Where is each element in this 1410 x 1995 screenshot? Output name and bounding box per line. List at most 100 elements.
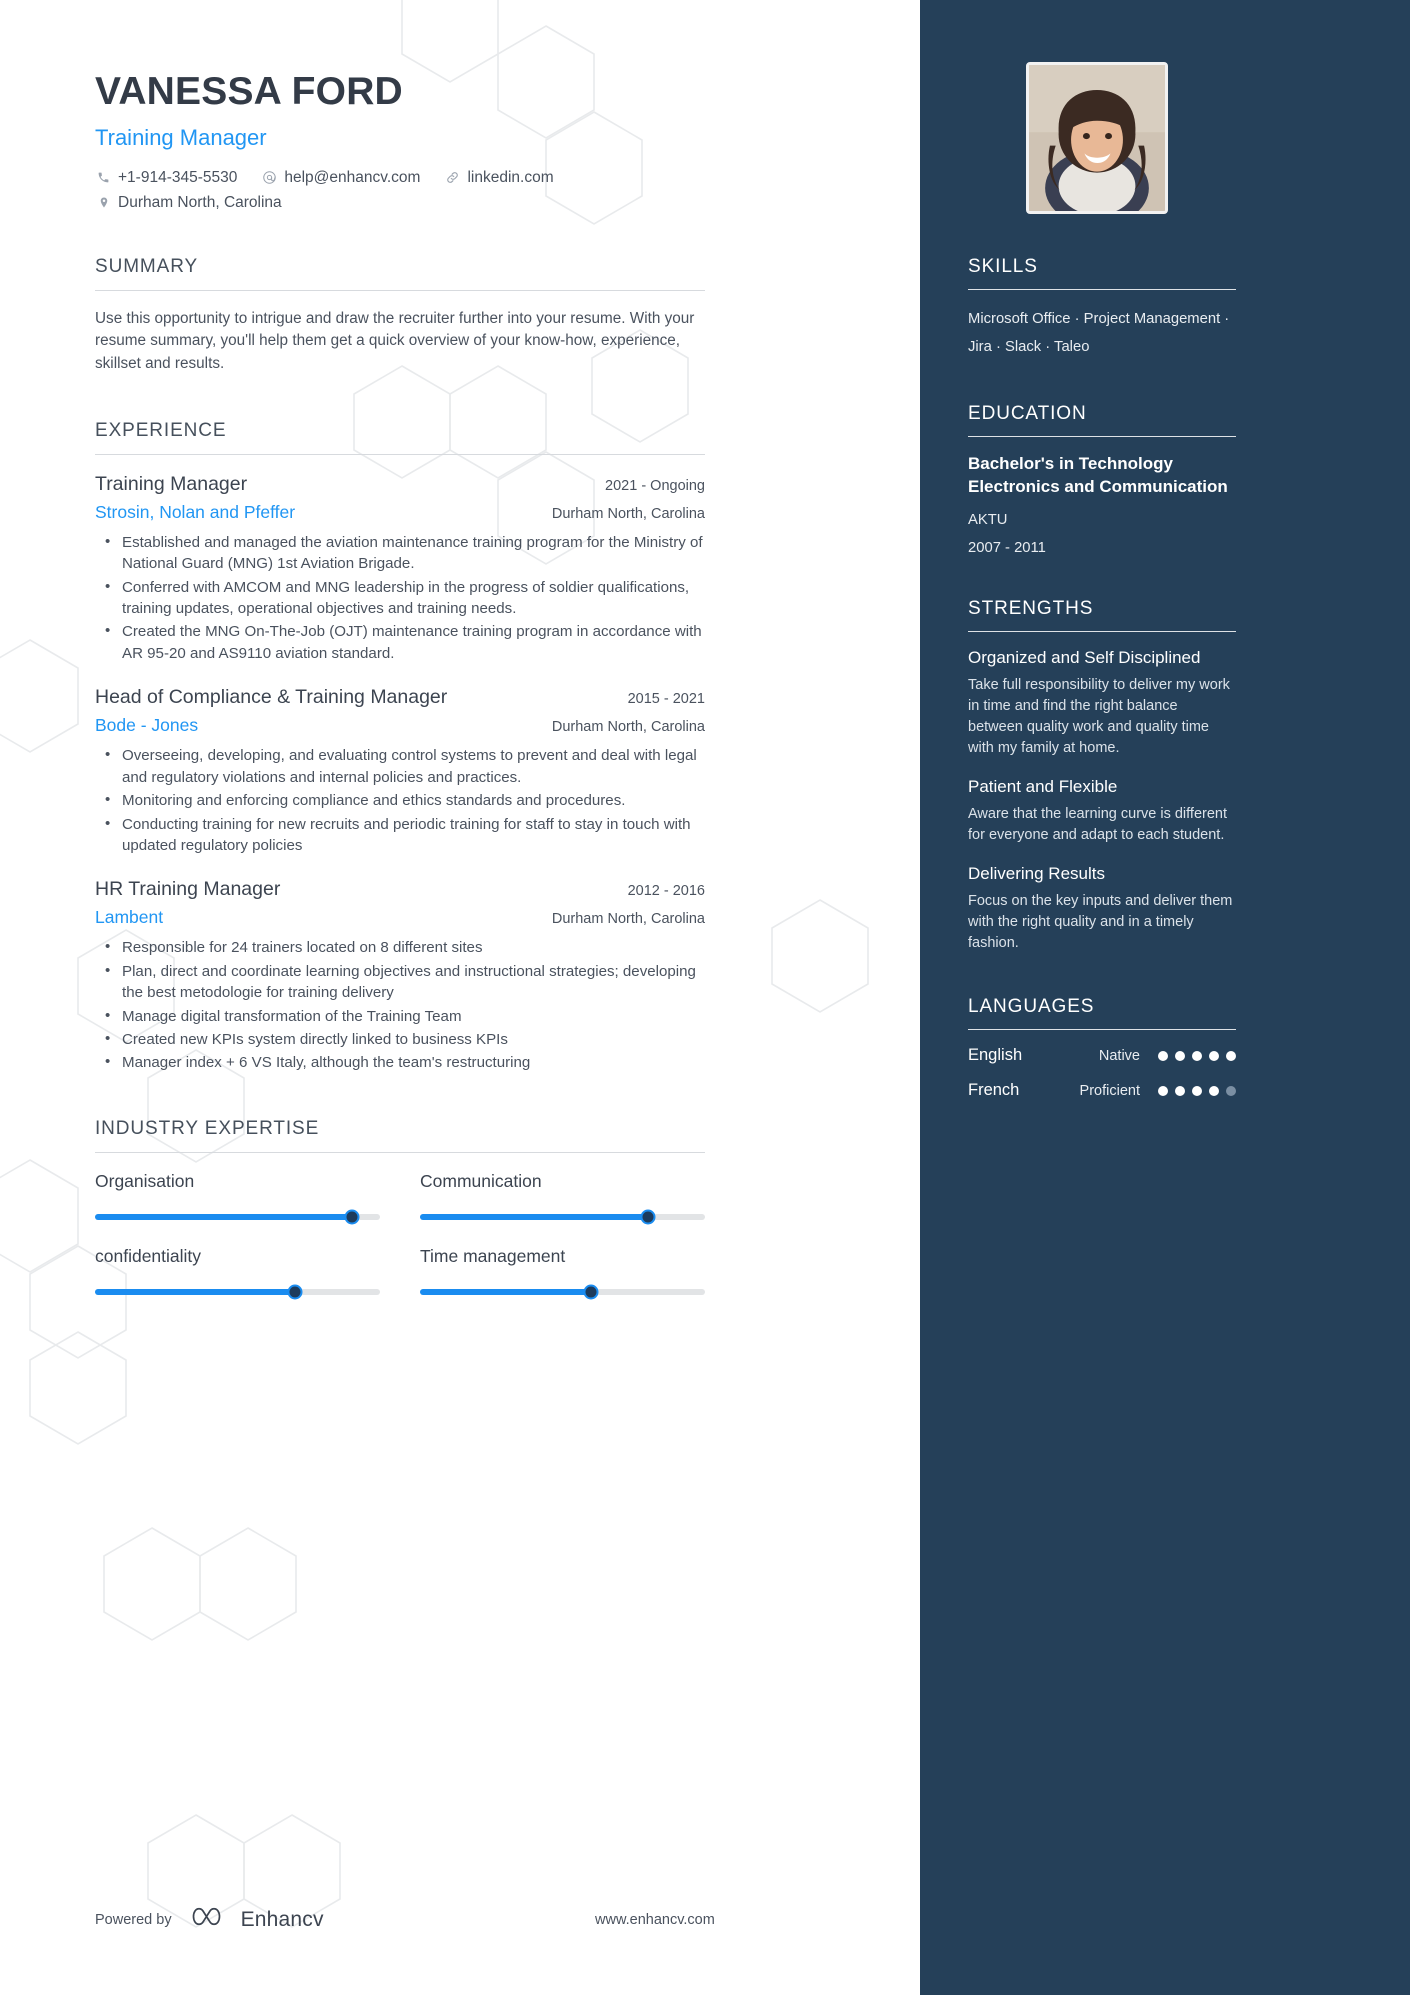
brand-logo[interactable]: Enhancv: [192, 1906, 324, 1933]
contact-info: +1-914-345-5530 help@enhancv.com linkedi…: [95, 169, 705, 212]
experience-role: HR Training Manager: [95, 878, 281, 901]
language-rating-dot: [1226, 1085, 1236, 1096]
experience-role: Head of Compliance & Training Manager: [95, 686, 448, 709]
experience-bullet: Established and managed the aviation mai…: [95, 531, 705, 575]
expertise-slider: Organisation: [95, 1171, 380, 1225]
expertise-slider-label: Time management: [420, 1245, 566, 1266]
experience-bullet: Manage digital transformation of the Tra…: [95, 1005, 705, 1027]
education-divider: [968, 436, 1236, 438]
summary-text: Use this opportunity to intrigue and dra…: [95, 309, 695, 373]
education-title: EDUCATION: [968, 403, 1087, 425]
expertise-slider-track[interactable]: [420, 1284, 705, 1300]
industry-expertise-divider: [95, 1151, 705, 1153]
header-job-title: Training Manager: [95, 124, 267, 150]
skills-divider: [968, 289, 1236, 290]
experience-bullet: Monitoring and enforcing compliance and …: [95, 789, 705, 811]
location-pin-icon: [95, 195, 112, 210]
strength-title: Delivering Results: [968, 864, 1105, 884]
enhancv-logo-icon: [192, 1906, 232, 1933]
skills-section: SKILLS Microsoft Office · Project Manage…: [968, 256, 1236, 361]
experience-role: Training Manager: [95, 472, 248, 495]
contact-location-text: Durham North, Carolina: [118, 193, 282, 211]
footer: Powered by Enhancv www.enhancv.com: [95, 1906, 715, 1933]
expertise-slider-label: confidentiality: [95, 1245, 202, 1266]
education-school: AKTU: [968, 512, 1008, 529]
experience-location: Durham North, Carolina: [551, 505, 705, 522]
strengths-list: Organized and Self Disciplined Take full…: [968, 648, 1236, 954]
experience-company[interactable]: Strosin, Nolan and Pfeffer: [95, 502, 295, 523]
skills-line-2: Jira · Slack · Taleo: [968, 339, 1090, 356]
education-degree: Bachelor's in Technology Electronics and…: [968, 454, 1228, 497]
language-rating-dot: [1226, 1050, 1236, 1061]
footer-website[interactable]: www.enhancv.com: [595, 1912, 715, 1928]
experience-section: EXPERIENCE Training Manager 2021 - Ongoi…: [95, 420, 705, 1074]
expertise-slider-thumb[interactable]: [640, 1209, 656, 1225]
expertise-slider: Communication: [420, 1170, 705, 1225]
experience-company[interactable]: Bode - Jones: [95, 715, 198, 736]
language-rating-dot: [1209, 1050, 1219, 1061]
strength-text: Aware that the learning curve is differe…: [968, 806, 1228, 844]
profile-photo: [1029, 65, 1165, 211]
experience-list: Training Manager 2021 - Ongoing Strosin,…: [95, 473, 705, 1074]
language-rating-dot: [1175, 1085, 1185, 1096]
language-rating-dot: [1158, 1050, 1168, 1061]
contact-linkedin-text: linkedin.com: [467, 168, 554, 186]
skills-list: Microsoft Office · Project Management · …: [968, 305, 1236, 361]
expertise-slider-track[interactable]: [95, 1209, 380, 1225]
language-rating-dot: [1175, 1050, 1185, 1061]
at-icon: [261, 170, 278, 185]
experience-bullet: Conferred with AMCOM and MNG leadership …: [95, 576, 705, 620]
expertise-slider-thumb[interactable]: [344, 1209, 359, 1225]
education-dates: 2007 - 2011: [968, 540, 1046, 557]
contact-location: Durham North, Carolina: [95, 194, 282, 212]
experience-bullet: Overseeing, developing, and evaluating c…: [95, 744, 705, 788]
industry-expertise-title: INDUSTRY EXPERTISE: [95, 1117, 320, 1139]
expertise-slider-thumb[interactable]: [583, 1284, 599, 1300]
experience-bullet: Manager index + 6 VS Italy, although the…: [95, 1051, 705, 1073]
expertise-slider-fill: [420, 1288, 591, 1295]
language-rating-dot: [1192, 1050, 1202, 1061]
strengths-divider: [968, 631, 1236, 633]
experience-entry: Head of Compliance & Training Manager 20…: [95, 686, 705, 856]
language-name: French: [968, 1081, 1020, 1100]
expertise-slider-fill: [420, 1213, 648, 1220]
expertise-slider-label: Communication: [420, 1170, 542, 1191]
contact-phone[interactable]: +1-914-345-5530: [95, 169, 237, 187]
summary-section: SUMMARY Use this opportunity to intrigue…: [95, 256, 705, 376]
contact-linkedin[interactable]: linkedin.com: [444, 168, 554, 187]
languages-list: English Native French Proficient: [968, 1046, 1236, 1100]
expertise-slider-track[interactable]: [420, 1209, 705, 1225]
summary-section-title: SUMMARY: [95, 255, 199, 277]
language-rating: [1158, 1085, 1236, 1096]
contact-email[interactable]: help@enhancv.com: [261, 169, 420, 187]
brand-name: Enhancv: [240, 1907, 324, 1931]
language-entry: French Proficient: [968, 1081, 1236, 1100]
experience-bullets: Responsible for 24 trainers located on 8…: [95, 936, 705, 1074]
experience-entry: Training Manager 2021 - Ongoing Strosin,…: [95, 473, 705, 665]
expertise-slider-track[interactable]: [95, 1284, 380, 1300]
strength-title: Organized and Self Disciplined: [968, 648, 1201, 668]
experience-company[interactable]: Lambent: [95, 907, 163, 928]
strength-entry: Delivering Results Focus on the key inpu…: [968, 864, 1236, 954]
languages-divider: [968, 1029, 1236, 1031]
language-rating-dot: [1158, 1085, 1168, 1096]
language-level: Native: [1098, 1047, 1140, 1064]
language-rating: [1158, 1050, 1236, 1061]
phone-icon: [95, 171, 112, 184]
language-rating-dot: [1209, 1085, 1219, 1096]
main-column: VANESSA FORD Training Manager +1-914-345…: [0, 0, 920, 1995]
experience-location: Durham North, Carolina: [551, 719, 705, 736]
experience-bullets: Established and managed the aviation mai…: [95, 531, 705, 665]
experience-section-title: EXPERIENCE: [95, 419, 227, 441]
experience-dates: 2021 - Ongoing: [605, 477, 705, 494]
experience-divider: [95, 453, 705, 455]
language-level: Proficient: [1079, 1082, 1140, 1099]
experience-bullet: Conducting training for new recruits and…: [95, 813, 705, 857]
experience-bullets: Overseeing, developing, and evaluating c…: [95, 744, 705, 857]
experience-dates: 2015 - 2021: [627, 691, 705, 708]
experience-location: Durham North, Carolina: [551, 911, 705, 928]
experience-bullet: Responsible for 24 trainers located on 8…: [95, 936, 705, 958]
experience-bullet: Created the MNG On-The-Job (OJT) mainten…: [95, 620, 705, 664]
summary-divider: [95, 289, 705, 291]
expertise-slider-thumb[interactable]: [287, 1284, 302, 1300]
